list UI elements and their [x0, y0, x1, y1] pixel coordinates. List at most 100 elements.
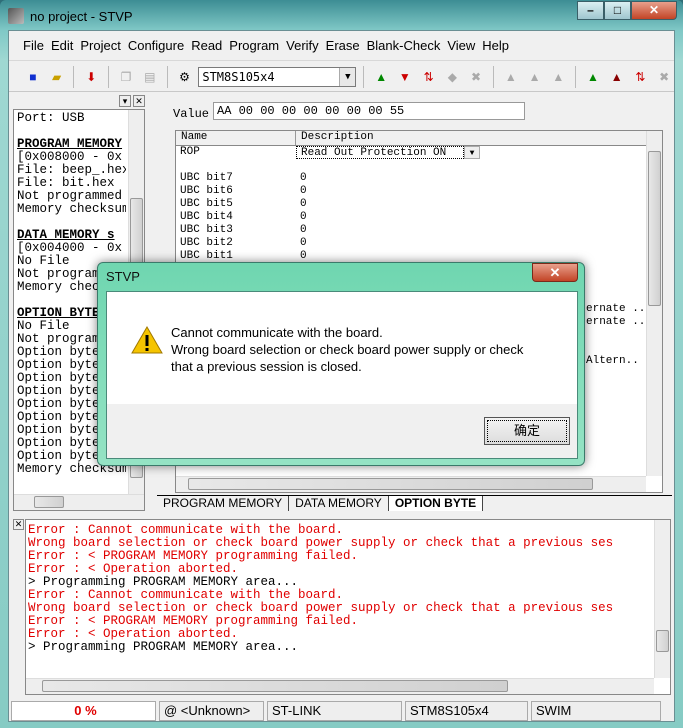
row-description-partial: Altern.. [586, 355, 639, 367]
value-field[interactable]: AA 00 00 00 00 00 00 00 55 [213, 102, 525, 120]
log-vertical-scrollbar[interactable] [654, 520, 670, 678]
grid-horizontal-scrollbar[interactable] [176, 476, 646, 492]
verify-all-icon[interactable]: ▲ [548, 67, 568, 87]
blank-check-icon[interactable]: ✖ [466, 67, 486, 87]
save-icon[interactable]: ■ [23, 67, 43, 87]
panel-close-icon[interactable]: ✕ [133, 95, 145, 107]
tool-status: ST-LINK [267, 701, 402, 721]
table-row[interactable]: UBC bit3 0 [176, 224, 662, 237]
close-button[interactable]: ✕ [631, 1, 677, 20]
dialog-message: Cannot communicate with the board. Wrong… [171, 324, 523, 375]
tab-option-byte[interactable]: OPTION BYTE [388, 496, 484, 511]
erase-icon[interactable]: ◆ [442, 67, 462, 87]
row-name: UBC bit3 [180, 224, 233, 236]
dialog-message-line: Cannot communicate with the board. [171, 325, 383, 340]
menu-item-help[interactable]: Help [482, 38, 509, 53]
table-row[interactable]: UBC bit5 0 [176, 198, 662, 211]
log-line: > Programming PROGRAM MEMORY area... [28, 640, 299, 654]
menu-item-file[interactable]: File [23, 38, 44, 53]
stvp-app-icon [8, 8, 24, 24]
dialog-message-line: Wrong board selection or check board pow… [171, 342, 524, 357]
menu-item-project[interactable]: Project [80, 38, 120, 53]
open-icon[interactable]: ▰ [47, 67, 67, 87]
row-name: UBC bit4 [180, 211, 233, 223]
info-line: Memory checksum [17, 202, 126, 216]
tab-program-memory[interactable]: PROGRAM MEMORY [157, 496, 290, 511]
paste-icon[interactable]: ▤ [140, 67, 160, 87]
grid-vertical-scrollbar[interactable] [646, 131, 662, 476]
program-all-tabs-icon[interactable]: ▲ [525, 67, 545, 87]
erase-current-icon[interactable]: ✖ [654, 67, 674, 87]
menu-item-edit[interactable]: Edit [51, 38, 73, 53]
progress-status: 0 % [11, 701, 156, 721]
rop-name: ROP [180, 146, 200, 158]
program-all-icon[interactable]: ⬇ [81, 67, 101, 87]
dialog-message-line: that a previous session is closed. [171, 359, 362, 374]
menu-item-erase[interactable]: Erase [326, 38, 360, 53]
verify-current-icon[interactable]: ⇅ [631, 67, 651, 87]
row-name: UBC bit2 [180, 237, 233, 249]
error-dialog: STVP ✕ Cannot communicate with the board… [97, 262, 585, 466]
dialog-title: STVP [106, 269, 140, 284]
row-name: UBC bit7 [180, 172, 233, 184]
chevron-down-icon[interactable]: ▼ [464, 146, 480, 159]
info-line: Port: USB [17, 111, 85, 125]
info-horizontal-scrollbar[interactable] [14, 494, 144, 510]
column-header-description[interactable]: Description [296, 131, 662, 145]
column-header-name[interactable]: Name [176, 131, 296, 145]
device-select[interactable]: STM8S105x4 ▼ [198, 66, 357, 87]
row-description-partial: ernate .. [586, 316, 646, 328]
warning-icon [131, 326, 163, 354]
row-value: 0 [300, 185, 307, 197]
panel-dropdown-icon[interactable]: ▾ [119, 95, 131, 107]
log-panel: ✕ Error : Cannot communicate with the bo… [11, 515, 673, 695]
menu-item-verify[interactable]: Verify [286, 38, 319, 53]
read-current-icon[interactable]: ▲ [583, 67, 603, 87]
maximize-button[interactable]: □ [604, 1, 631, 20]
row-name: UBC bit6 [180, 185, 233, 197]
table-row[interactable]: UBC bit2 0 [176, 237, 662, 250]
chevron-down-icon[interactable]: ▼ [339, 67, 356, 86]
program-icon[interactable]: ▼ [395, 67, 415, 87]
tab-data-memory[interactable]: DATA MEMORY [289, 496, 389, 511]
row-value: 0 [300, 198, 307, 210]
program-current-icon[interactable]: ▲ [607, 67, 627, 87]
row-value: 0 [300, 172, 307, 184]
log-horizontal-scrollbar[interactable] [26, 678, 654, 694]
row-name: UBC bit5 [180, 198, 233, 210]
row-value: 0 [300, 224, 307, 236]
device-select-value: STM8S105x4 [202, 69, 275, 84]
verify-icon[interactable]: ⇅ [419, 67, 439, 87]
row-value [296, 159, 300, 172]
title-bar: no project - STVP [8, 5, 133, 27]
table-row-rop[interactable]: ROP Read Out Protection ON ▼ [176, 146, 662, 159]
menu-item-read[interactable]: Read [191, 38, 222, 53]
dialog-close-button[interactable]: ✕ [532, 263, 578, 282]
device-icon[interactable]: ⚙ [175, 67, 195, 87]
row-value: 0 [300, 211, 307, 223]
table-row[interactable]: UBC bit7 0 [176, 172, 662, 185]
rop-select[interactable]: Read Out Protection ON [296, 146, 464, 159]
table-row[interactable] [176, 159, 662, 172]
address-status: @ <Unknown> [159, 701, 264, 721]
minimize-button[interactable]: – [577, 1, 604, 20]
menu-item-blank-check[interactable]: Blank-Check [367, 38, 441, 53]
value-label: Value [173, 107, 210, 121]
table-row[interactable]: UBC bit4 0 [176, 211, 662, 224]
log-close-icon[interactable]: ✕ [13, 519, 24, 530]
toolbar: ■ ▰ ⬇ ❐ ▤ ⚙ STM8S105x4 ▼ ▲ ▼ ⇅ ◆ ✖ ▲ ▲ ▲ … [9, 62, 674, 92]
read-icon[interactable]: ▲ [371, 67, 391, 87]
table-row[interactable]: UBC bit6 0 [176, 185, 662, 198]
ok-button-label: 确定 [487, 420, 567, 442]
window-title: no project - STVP [30, 8, 133, 24]
status-bar: 0 % @ <Unknown> ST-LINK STM8S105x4 SWIM [9, 701, 674, 721]
copy-icon[interactable]: ❐ [116, 67, 136, 87]
row-value: 0 [300, 237, 307, 249]
menu-item-view[interactable]: View [447, 38, 475, 53]
menu-item-program[interactable]: Program [229, 38, 279, 53]
ok-button[interactable]: 确定 [484, 417, 570, 445]
row-description-partial: ernate .. [586, 303, 646, 315]
menu-item-configure[interactable]: Configure [128, 38, 184, 53]
read-all-icon[interactable]: ▲ [501, 67, 521, 87]
row-name [176, 159, 296, 172]
